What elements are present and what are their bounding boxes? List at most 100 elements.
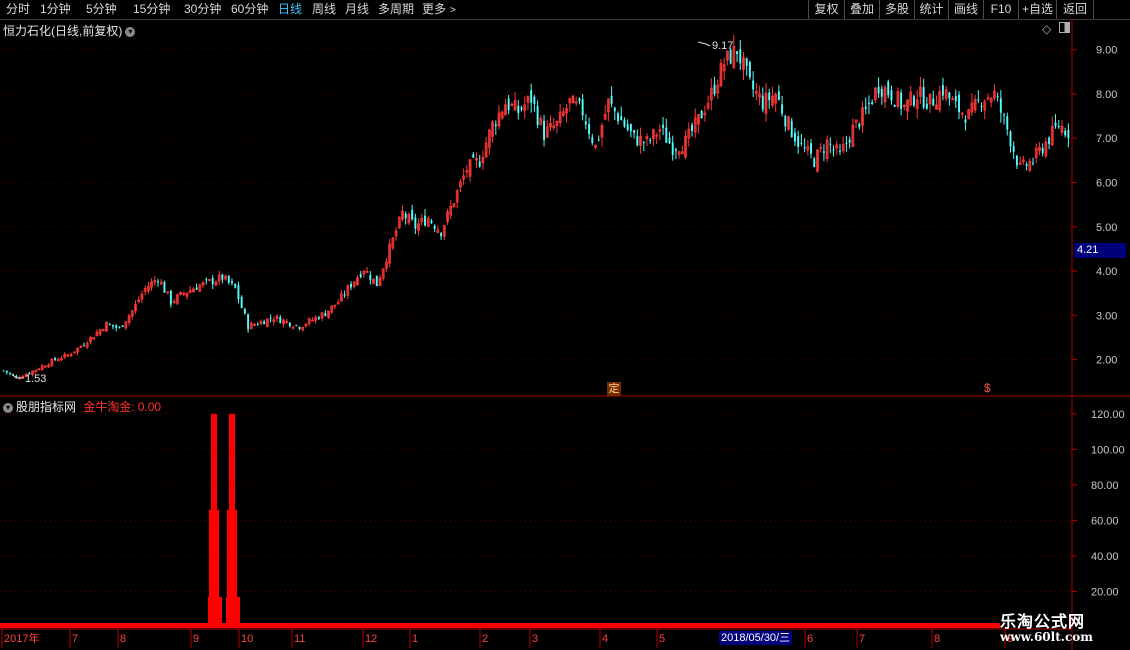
- candle-body-down: [858, 123, 861, 128]
- candle-body-down: [1003, 114, 1006, 116]
- indicator-title: ▾ 股朋指标网 金牛淘金: 0.00: [3, 398, 161, 415]
- candle-body-down: [157, 281, 159, 283]
- candle-body-down: [433, 225, 436, 229]
- candle-body-down: [713, 84, 716, 95]
- candle-body-down: [800, 142, 803, 144]
- candle-body-down: [925, 103, 928, 109]
- candle-body-down: [662, 124, 665, 128]
- candle-body-down: [359, 274, 362, 278]
- diamond-icon[interactable]: ◇: [1042, 22, 1051, 36]
- x-tick-label: 9: [193, 633, 199, 645]
- candle-body-down: [948, 92, 951, 99]
- current-price-badge: 4.21: [1074, 243, 1126, 258]
- candle-body-down: [221, 274, 224, 280]
- candle-body-down: [9, 372, 12, 374]
- candle-body-down: [279, 317, 282, 324]
- candle-body-down: [922, 87, 925, 108]
- candle-body-down: [977, 99, 980, 101]
- candle-body-down: [1009, 131, 1012, 147]
- candle-body-down: [768, 92, 771, 101]
- candle-body-down: [636, 135, 639, 146]
- candle-body-down: [829, 143, 832, 145]
- candle-body-down: [761, 95, 764, 110]
- candle-body-down: [629, 124, 632, 132]
- candle-body-down: [298, 326, 301, 330]
- candle-body-down: [867, 102, 870, 105]
- candle-body-down: [494, 124, 497, 127]
- candle-body-down: [877, 86, 880, 94]
- chevron-down-icon[interactable]: ▾: [3, 402, 13, 413]
- candle-body-down: [205, 279, 208, 281]
- candle-body-down: [1041, 148, 1044, 154]
- event-marker-ding[interactable]: 定: [607, 382, 621, 396]
- candle-body-down: [118, 327, 121, 329]
- candle-body-down: [15, 375, 18, 377]
- candle-body-down: [591, 137, 594, 144]
- candle-body-down: [411, 209, 414, 220]
- candle-body-down: [626, 124, 629, 130]
- candle-body-down: [243, 308, 246, 314]
- x-tick-label: 1: [412, 633, 418, 645]
- candle-body-down: [108, 324, 111, 326]
- candle-body-down: [324, 313, 327, 316]
- candle-body-down: [941, 85, 944, 96]
- candle-body-down: [1025, 164, 1028, 167]
- kline-chart[interactable]: 2.003.004.005.006.007.008.009.0020.0040.…: [0, 0, 1130, 650]
- candle-body-down: [623, 119, 626, 127]
- candle-body-down: [839, 150, 841, 152]
- candle-body-down: [674, 149, 677, 152]
- x-tick-label: 6: [807, 633, 813, 645]
- date-cursor-label: 2018/05/30/三: [719, 631, 793, 645]
- y-tick-label: 6.00: [1096, 178, 1117, 190]
- axis-ticks: 2.003.004.005.006.007.008.009.0020.0040.…: [1, 45, 1125, 648]
- candle-body-down: [871, 102, 874, 105]
- candle-body-down: [343, 294, 346, 296]
- y-tick-label: 120.00: [1091, 409, 1125, 421]
- candle-body-down: [520, 107, 523, 110]
- candle-body-down: [932, 98, 935, 106]
- y-tick-label: 9.00: [1096, 45, 1117, 57]
- candle-body-down: [588, 123, 591, 135]
- candle-body-down: [269, 318, 272, 320]
- candle-body-down: [996, 96, 999, 98]
- candle-body-down: [784, 115, 787, 127]
- candle-body-down: [1057, 125, 1060, 128]
- candle-body-down: [739, 49, 742, 64]
- y-tick-label: 3.00: [1096, 310, 1117, 322]
- candle-body-down: [533, 96, 536, 104]
- x-tick-label: 12: [365, 633, 377, 645]
- candle-body-down: [517, 106, 520, 114]
- candle-body-down: [317, 317, 320, 320]
- candle-body-down: [900, 92, 903, 109]
- chevron-down-icon[interactable]: ▾: [125, 26, 136, 37]
- y-tick-label: 8.00: [1096, 89, 1117, 101]
- candle-body-down: [964, 119, 967, 123]
- candle-body-down: [263, 321, 266, 325]
- candle-body-down: [543, 120, 546, 140]
- candle-body-down: [597, 139, 600, 141]
- candle-body-down: [112, 324, 114, 327]
- candlestick-series: [2, 35, 1070, 380]
- candle-body-down: [350, 283, 352, 288]
- x-tick-label: 10: [241, 633, 253, 645]
- candle-body-down: [649, 139, 652, 141]
- panel-toggle-icon[interactable]: [1059, 22, 1070, 33]
- x-tick-label: 7: [72, 633, 78, 645]
- candle-body-down: [440, 232, 443, 237]
- watermark-site-name: 乐淘公式网: [1000, 612, 1086, 631]
- candle-body-down: [530, 90, 533, 103]
- candle-body-down: [1064, 130, 1067, 136]
- candle-body-down: [211, 277, 214, 285]
- candle-body-down: [584, 121, 587, 125]
- event-marker-dollar[interactable]: $: [984, 381, 991, 395]
- candle-body-down: [913, 96, 915, 106]
- y-tick-label: 40.00: [1091, 551, 1119, 563]
- candle-body-down: [1015, 155, 1018, 166]
- candle-body-down: [790, 120, 793, 138]
- stock-title-text: 恒力石化(日线,前复权): [3, 24, 123, 38]
- candle-body-down: [781, 104, 784, 114]
- indicator-source-name: 股朋指标网: [16, 400, 77, 414]
- stock-title: 恒力石化(日线,前复权) ▾: [3, 22, 136, 39]
- candle-body-down: [665, 127, 668, 143]
- candle-body-down: [736, 51, 739, 55]
